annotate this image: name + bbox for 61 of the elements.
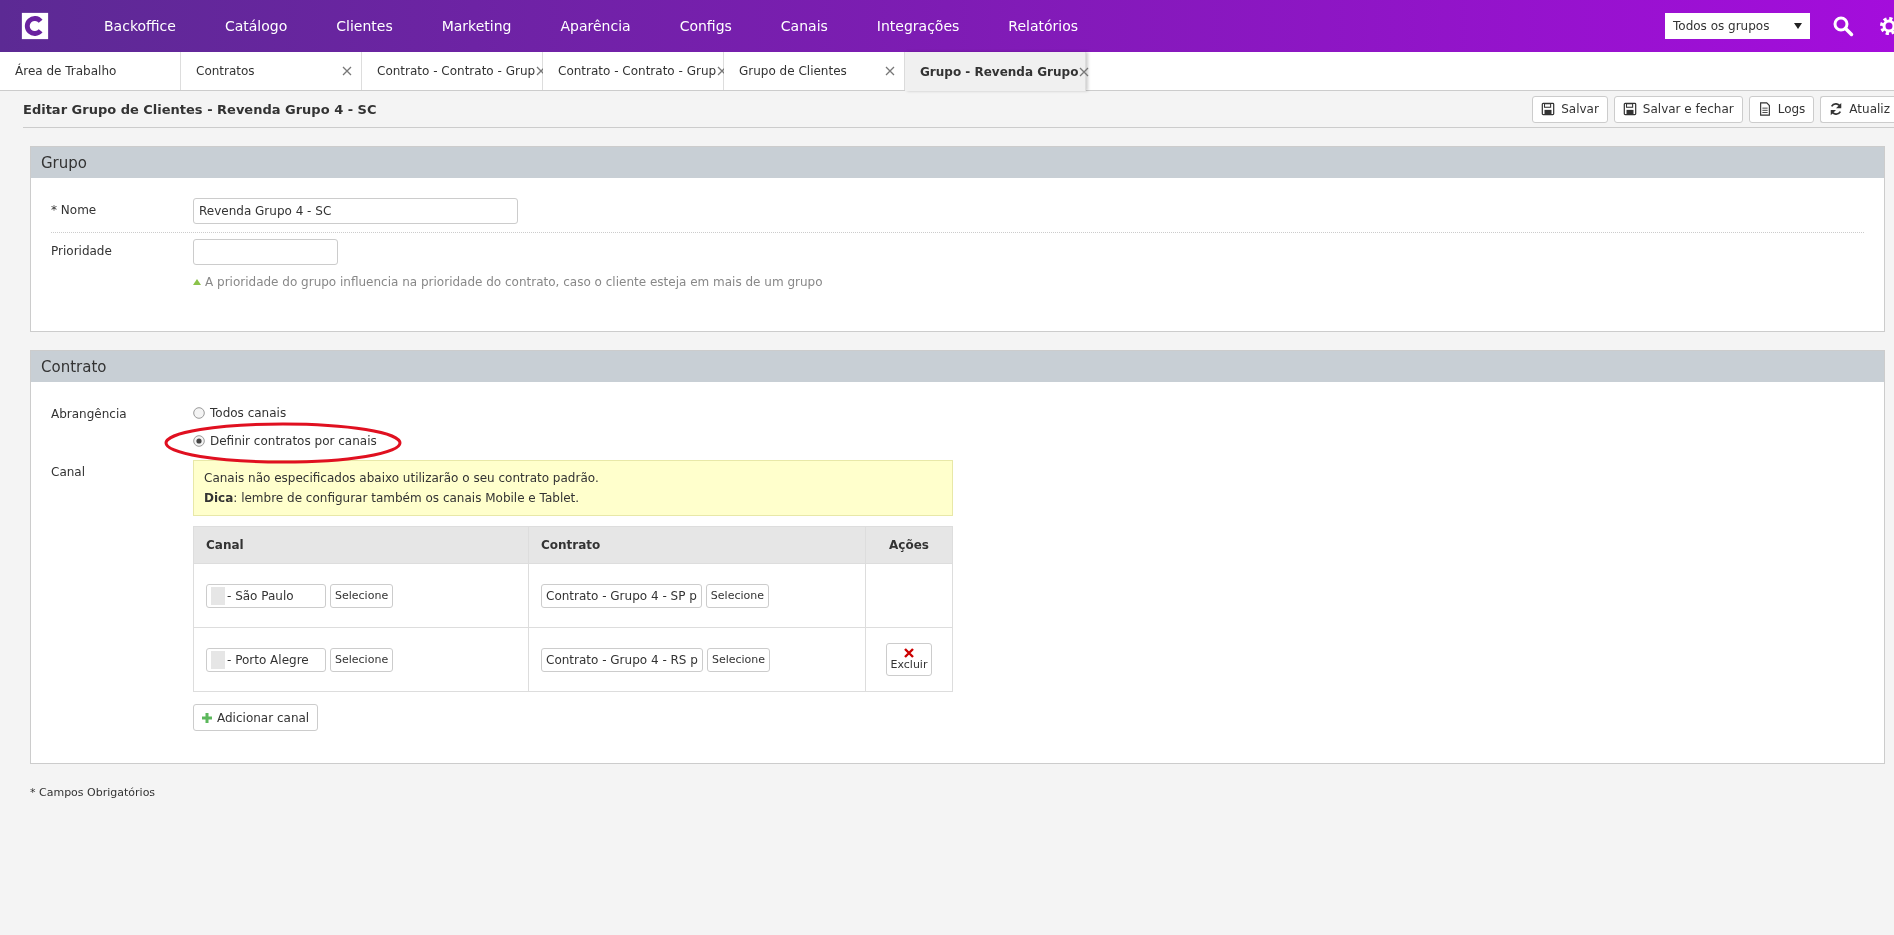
radio-label: Definir contratos por canais [210,434,377,448]
nav-menu-item[interactable]: Relatórios [984,18,1104,34]
panel-header: Grupo [31,147,1884,178]
nav-menu-item[interactable]: Backoffice [80,18,201,34]
redaction-block [211,650,225,669]
plus-icon [202,712,212,723]
column-header: Ações [865,526,953,564]
page-title: Editar Grupo de Clientes - Revenda Grupo 4 - SC [23,101,377,117]
tip-text: Dica: lembre de configurar também os canais Mobile e Tablet. [204,490,581,507]
search-icon[interactable] [1832,15,1854,37]
select-button[interactable]: Selecione [330,647,394,672]
select-button[interactable]: Selecione [705,583,769,608]
nav-menu-item[interactable]: Marketing [417,18,537,34]
column-header: Canal [193,526,529,564]
tab[interactable]: Contrato - Contrato - Grup [543,52,724,90]
contract-input[interactable]: Contrato - Grupo 4 - RS p [541,647,703,672]
field-label: Prioridade [51,243,113,260]
settings-icon[interactable] [1878,15,1894,37]
tab[interactable]: Grupo - Revenda Grupo [905,52,1086,91]
contract-input[interactable]: Contrato - Grupo 4 - SP p [541,583,702,608]
info-text: Canais não especificados abaixo utilizarão o seu contrato padrão. [204,470,600,487]
nav-menu-item[interactable]: Catálogo [200,18,313,34]
name-input[interactable]: Revenda Grupo 4 - SC [193,198,518,224]
close-icon[interactable] [1078,65,1091,78]
column-header: Contrato [528,526,866,564]
priority-input[interactable] [193,239,338,265]
required-fields-note: * Campos Obrigatórios [30,786,157,799]
radio-button[interactable] [193,435,205,447]
close-icon[interactable] [341,65,353,77]
channel-input[interactable]: - São Paulo [206,583,326,608]
refresh-icon [1829,102,1844,116]
toolbar-button[interactable]: Salvar e fechar [1613,95,1743,123]
help-text: A prioridade do grupo influencia na prioridade do contrato, caso o cliente esteja em mais de um grupo [205,275,823,289]
close-icon[interactable] [884,65,896,77]
redaction-block [211,586,225,605]
field-label: Canal [51,464,87,481]
add-channel-button[interactable]: Adicionar canal [193,704,319,731]
nav-menu-item[interactable]: Configs [655,18,757,34]
channel-input[interactable]: - Porto Alegre [206,647,326,672]
toolbar-button[interactable]: Logs [1748,95,1815,123]
panel-header: Contrato [31,351,1884,382]
tab[interactable]: Grupo de Clientes [724,52,905,90]
toolbar-button[interactable]: Atualiz [1820,95,1894,123]
document-icon [1757,102,1772,116]
radio-button[interactable] [193,407,205,419]
toolbar-button[interactable]: Salvar [1532,95,1608,123]
nav-menu-item[interactable]: Clientes [312,18,418,34]
caret-icon [1794,23,1802,29]
nav-menu-item[interactable]: Canais [756,18,853,34]
arrow-up-icon [193,279,201,285]
field-label: Abrangência [51,406,128,423]
select-button[interactable]: Selecione [330,583,394,608]
nav-menu-item[interactable]: Aparência [536,18,656,34]
radio-label: Todos canais [210,406,287,420]
delete-button[interactable]: Excluir [885,643,933,676]
select-button[interactable]: Selecione [706,647,771,672]
logo-icon [20,11,50,41]
nav-menu-item[interactable]: Integrações [852,18,985,34]
field-label: * Nome [51,202,98,219]
x-icon [904,648,914,658]
group-dropdown[interactable]: Todos os grupos [1665,13,1810,39]
